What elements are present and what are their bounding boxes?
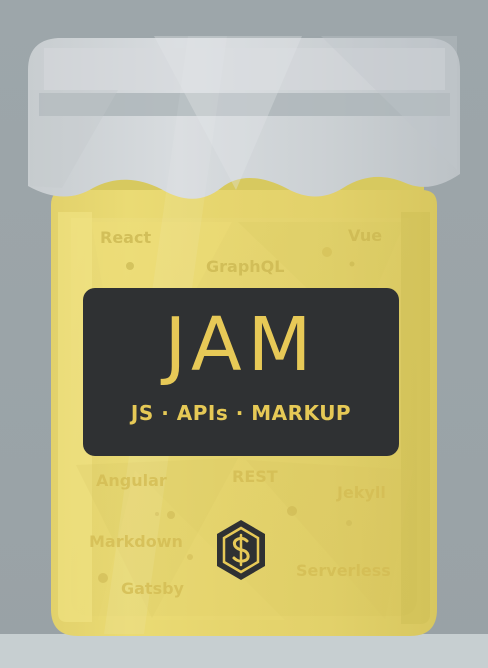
jar-right-reflection	[401, 212, 430, 624]
dot-4	[287, 506, 297, 516]
dot-3	[349, 261, 355, 267]
tech-label-angular: Angular	[96, 471, 167, 490]
dot-6	[346, 520, 352, 526]
jam-label-panel: JAM JS · APIs · MARKUP	[83, 288, 399, 456]
dot-2	[322, 247, 332, 257]
tech-label-markdown: Markdown	[89, 532, 183, 551]
tech-label-vue: Vue	[348, 226, 383, 245]
dot-5	[167, 511, 175, 519]
illustration-canvas: React Vue GraphQL JAM JS · APIs · MARKUP…	[0, 0, 488, 668]
tech-label-rest: REST	[232, 467, 278, 486]
dot-7	[98, 573, 108, 583]
tech-label-react: React	[100, 228, 152, 247]
dot-1	[126, 262, 134, 270]
tech-label-graphql: GraphQL	[206, 257, 285, 276]
dollar-sign-hexagon-icon	[217, 520, 265, 580]
jam-subtitle: JS · APIs · MARKUP	[130, 401, 352, 425]
tech-label-gatsby: Gatsby	[121, 579, 184, 598]
jam-title: JAM	[164, 302, 318, 388]
tech-label-serverless: Serverless	[296, 561, 391, 580]
dot-8	[187, 554, 193, 560]
tech-label-jekyll: Jekyll	[337, 483, 386, 502]
